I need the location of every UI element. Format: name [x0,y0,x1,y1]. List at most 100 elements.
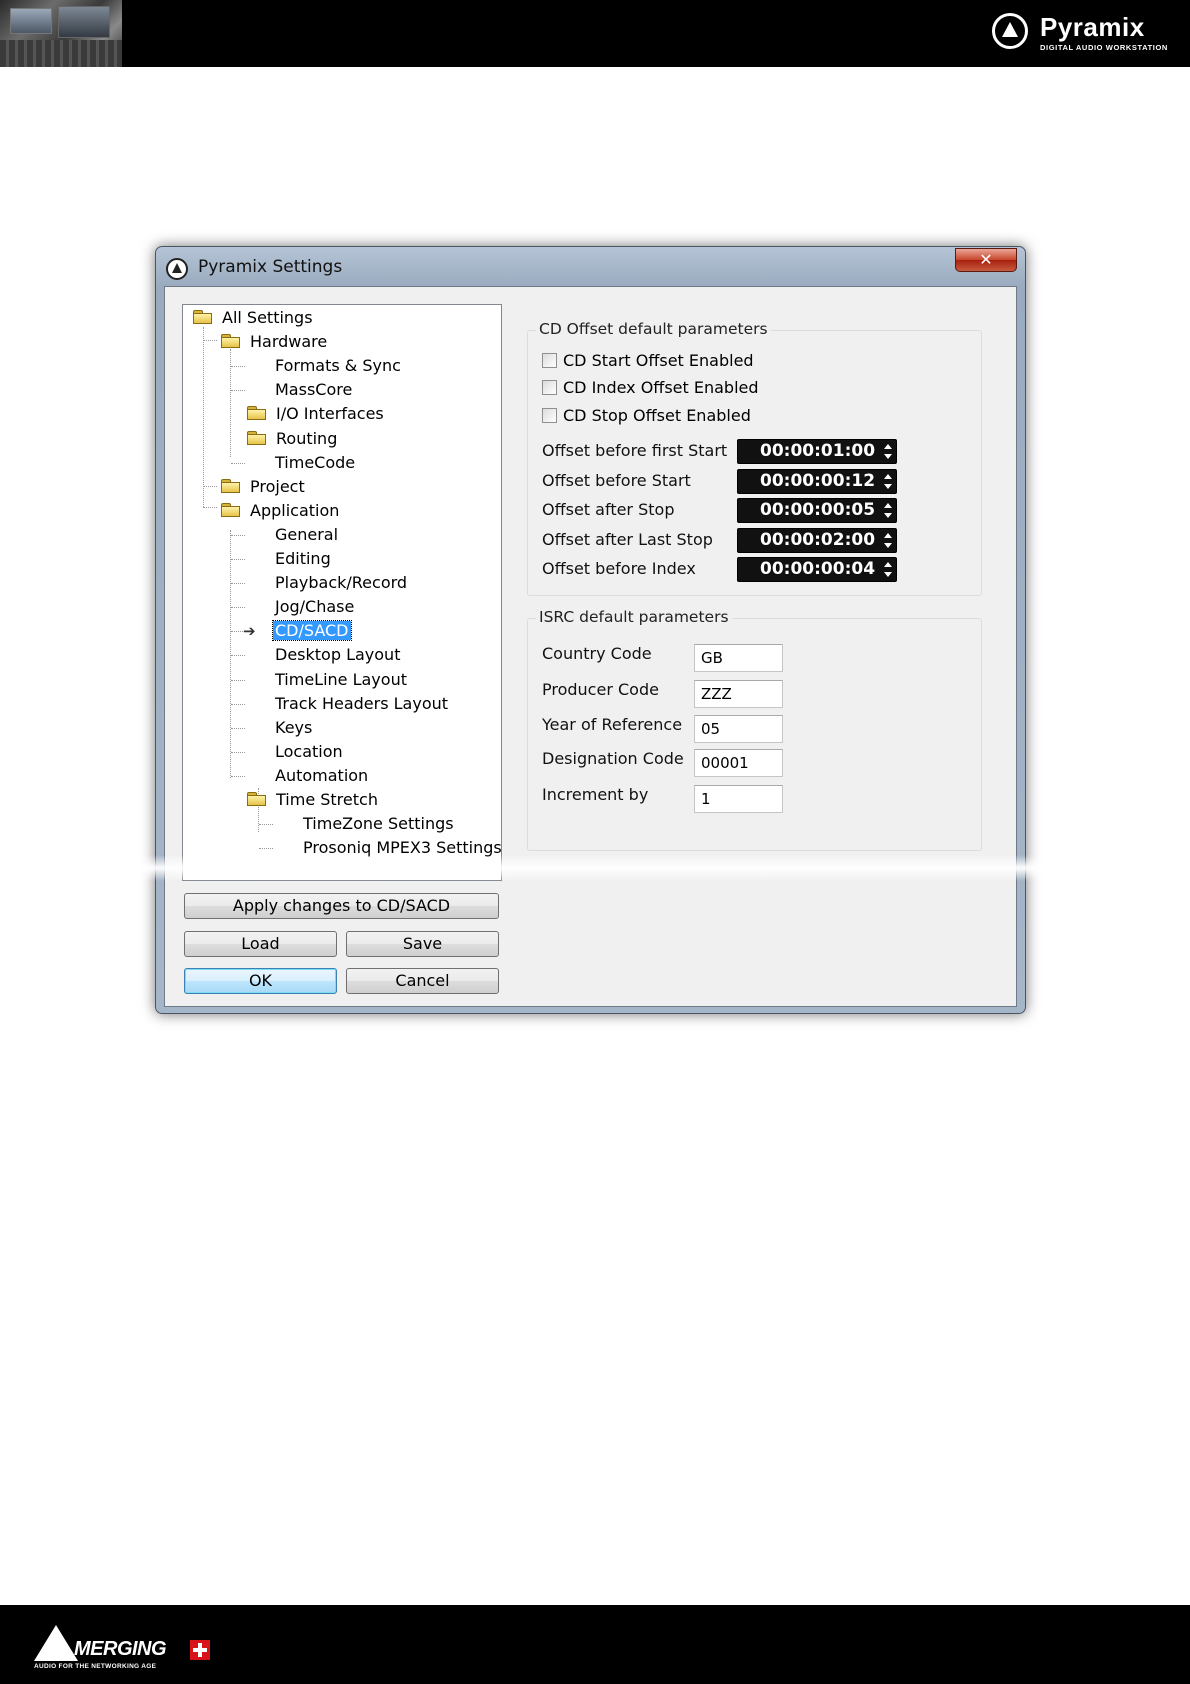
isrc-input-increment-by[interactable] [694,785,783,813]
timecode-value: 00:00:00:05 [760,500,876,520]
checkbox-cd-stop-offset-enabled[interactable]: CD Stop Offset Enabled [542,406,751,426]
isrc-group: ISRC default parameters Country Code Prod… [527,608,982,851]
cancel-button[interactable]: Cancel [346,968,499,994]
isrc-group-title: ISRC default parameters [536,608,732,626]
page-header: Pyramix DIGITAL AUDIO WORKSTATION [0,0,1190,67]
close-icon: ✕ [979,250,993,269]
swiss-cross-icon [190,1640,210,1660]
tree-item-label: All Settings [222,308,313,327]
isrc-label: Designation Code [542,749,684,768]
timecode-value: 00:00:01:00 [760,441,876,461]
isrc-label: Year of Reference [542,715,683,734]
tree-item-label: CD/SACD [272,620,352,642]
folder-icon [247,406,267,421]
tree-item-label: Formats & Sync [275,356,401,376]
tree-item-keys[interactable]: Keys [273,717,314,739]
tree-item-application[interactable]: Application [221,500,341,522]
spin-arrows-icon[interactable] [883,500,893,521]
tree-item-label: MassCore [275,380,353,400]
tree-item-hardware[interactable]: Hardware [221,331,329,353]
tree-item-formats-sync[interactable]: Formats & Sync [273,355,403,377]
tree-item-location[interactable]: Location [273,741,345,763]
isrc-input-designation-code[interactable] [694,749,783,777]
tree-item-label: Editing [275,549,331,568]
tree-item-label: Keys [275,717,313,737]
tree-item-timeline-layout[interactable]: TimeLine Layout [273,669,409,691]
tree-item-label: Jog/Chase [275,597,355,617]
checkbox-box[interactable] [542,408,557,423]
tree-item-label: Playback/Record [275,573,408,593]
tree-item-timecode[interactable]: TimeCode [273,452,357,474]
checkbox-label: CD Stop Offset Enabled [563,406,751,425]
spin-arrows-icon[interactable] [883,441,893,462]
tree-item-label: Track Headers Layout [275,693,449,713]
tree-item-label: TimeZone Settings [303,814,454,834]
tree-item-label: TimeCode [275,452,356,472]
isrc-input-country-code[interactable] [694,644,783,672]
spin-arrows-icon[interactable] [883,559,893,580]
tree-item-label: I/O Interfaces [276,404,384,424]
tree-item-editing[interactable]: Editing [273,548,333,570]
folder-icon [221,334,241,349]
tree-item-timezone-settings[interactable]: TimeZone Settings [301,813,456,835]
tree-item-project[interactable]: Project [221,476,307,498]
timecode-spinner-offset-after-last-stop[interactable]: 00:00:02:00 [737,528,897,553]
spin-arrows-icon[interactable] [883,471,893,492]
folder-icon [247,430,267,445]
settings-tree[interactable]: All Settings Hardware Formats & Sync MassCo… [182,304,502,881]
checkbox-cd-index-offset-enabled[interactable]: CD Index Offset Enabled [542,378,759,398]
tree-item-desktop-layout[interactable]: Desktop Layout [273,644,402,666]
tree-item-playback-record[interactable]: Playback/Record [273,572,409,594]
timecode-spinner-offset-before-first-start[interactable]: 00:00:01:00 [737,439,897,464]
load-button[interactable]: Load [184,931,337,957]
header-studio-photo [0,0,122,67]
tree-item-automation[interactable]: Automation [273,765,370,787]
folder-icon [221,502,241,517]
cd-offset-group-title: CD Offset default parameters [536,320,771,338]
checkbox-box[interactable] [542,353,557,368]
checkbox-label: CD Start Offset Enabled [563,351,754,370]
checkbox-label: CD Index Offset Enabled [563,378,759,397]
dialog-titlebar[interactable]: Pyramix Settings ✕ [156,247,1025,287]
tree-item-label: General [275,524,339,544]
tree-item-time-stretch[interactable]: Time Stretch [247,789,380,811]
save-button[interactable]: Save [346,931,499,957]
spin-arrows-icon[interactable] [883,530,893,551]
tree-item-label: Project [250,476,305,496]
close-button[interactable]: ✕ [955,248,1017,272]
ok-button[interactable]: OK [184,968,337,994]
checkbox-box[interactable] [542,380,557,395]
footer-brand-tagline: AUDIO FOR THE NETWORKING AGE [34,1663,157,1670]
tree-item-all-settings[interactable]: All Settings [193,307,315,329]
timecode-spinner-offset-before-index[interactable]: 00:00:00:04 [737,557,897,582]
tree-item-prosoniq-mpex3-settings[interactable]: Prosoniq MPEX3 Settings [301,837,501,859]
tree-item-label: TimeLine Layout [275,669,407,689]
merging-logo: MERGING AUDIO FOR THE NETWORKING AGE [34,1625,234,1675]
tree-item-label: Application [250,500,340,520]
tree-item-masscore[interactable]: MassCore [273,379,354,401]
offset-label: Offset before Index [542,559,696,578]
tree-item-label: Desktop Layout [275,645,401,665]
timecode-value: 00:00:00:04 [760,559,876,579]
tree-item-cd-sacd[interactable]: CD/SACD [272,620,352,642]
isrc-input-producer-code[interactable] [694,680,783,708]
pyramix-logo: Pyramix DIGITAL AUDIO WORKSTATION [992,12,1172,56]
isrc-label: Increment by [542,785,649,804]
tree-item-label: Hardware [250,332,328,352]
page-footer: MERGING AUDIO FOR THE NETWORKING AGE [0,1605,1190,1684]
merging-triangle-icon [34,1625,78,1661]
offset-label: Offset before Start [542,471,691,490]
tree-item-jog-chase[interactable]: Jog/Chase [273,596,356,618]
tree-item-routing[interactable]: Routing [247,428,339,450]
tree-item-label: Time Stretch [276,790,378,809]
isrc-input-year-of-reference[interactable] [694,715,783,743]
checkbox-cd-start-offset-enabled[interactable]: CD Start Offset Enabled [542,351,754,371]
tree-item-track-headers-layout[interactable]: Track Headers Layout [273,693,450,715]
timecode-spinner-offset-before-start[interactable]: 00:00:00:12 [737,469,897,494]
tree-item-general[interactable]: General [273,524,340,546]
tree-item-i-o-interfaces[interactable]: I/O Interfaces [247,403,386,425]
apply-changes-button[interactable]: Apply changes to CD/SACD [184,893,499,919]
timecode-spinner-offset-after-stop[interactable]: 00:00:00:05 [737,498,897,523]
dialog-client-area: All Settings Hardware Formats & Sync MassCo… [164,286,1017,1007]
offset-label: Offset before first Start [542,441,728,460]
